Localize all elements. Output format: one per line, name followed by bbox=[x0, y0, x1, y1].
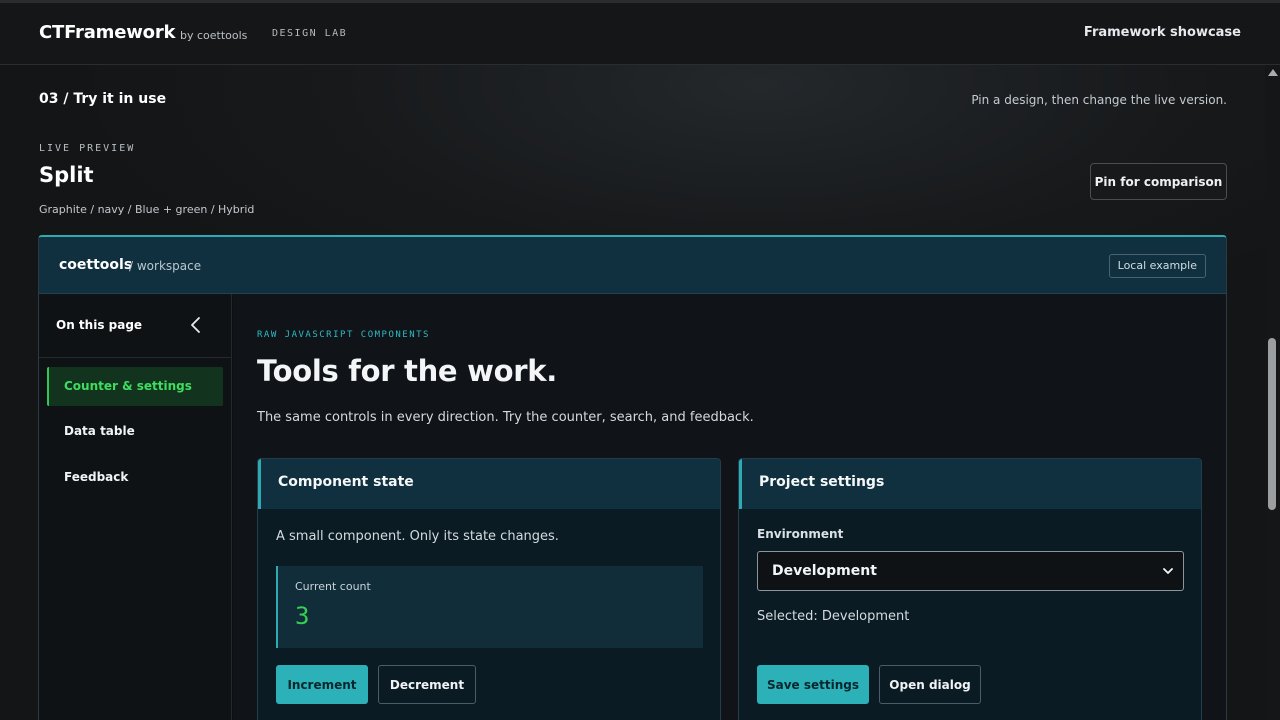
design-lab-label: DESIGN LAB bbox=[272, 28, 348, 39]
environment-select[interactable]: Development bbox=[757, 551, 1184, 591]
scrollbar-thumb[interactable] bbox=[1268, 338, 1276, 510]
workspace-content: RAW JAVASCRIPT COMPONENTS Tools for the … bbox=[233, 294, 1226, 720]
brand-logo-text[interactable]: CTFramework bbox=[39, 22, 175, 43]
card-header: Project settings bbox=[739, 459, 1201, 509]
sidebar-divider bbox=[39, 357, 232, 358]
content-lead: The same controls in every direction. Tr… bbox=[257, 410, 754, 425]
environment-label: Environment bbox=[757, 527, 844, 541]
page-content: 03 / Try it in use Pin a design, then ch… bbox=[0, 65, 1265, 720]
workspace-path: / workspace bbox=[129, 259, 202, 273]
card-title: Project settings bbox=[759, 474, 885, 490]
chevron-left-icon-svg bbox=[191, 317, 200, 333]
design-name: Split bbox=[39, 163, 94, 187]
live-preview-eyebrow: LIVE PREVIEW bbox=[39, 143, 136, 154]
increment-button[interactable]: Increment bbox=[276, 665, 368, 704]
chevron-left-icon[interactable] bbox=[189, 316, 203, 334]
pin-for-comparison-button[interactable]: Pin for comparison bbox=[1090, 163, 1227, 200]
environment-select-value: Development bbox=[772, 563, 877, 579]
workspace-name: coettools bbox=[59, 257, 133, 273]
top-navigation-bar: CTFramework by coettools DESIGN LAB Fram… bbox=[0, 3, 1280, 65]
counter-display: Current count 3 bbox=[276, 566, 703, 648]
selected-environment-text: Selected: Development bbox=[757, 609, 910, 624]
card-title: Component state bbox=[278, 474, 414, 490]
brand-byline: by coettools bbox=[180, 29, 248, 42]
local-example-badge: Local example bbox=[1108, 254, 1206, 278]
components-kicker: RAW JAVASCRIPT COMPONENTS bbox=[257, 330, 430, 340]
open-dialog-button[interactable]: Open dialog bbox=[879, 665, 981, 704]
project-settings-card: Project settings Environment Development… bbox=[738, 458, 1202, 720]
card-description: A small component. Only its state change… bbox=[276, 529, 559, 544]
counter-label: Current count bbox=[295, 580, 371, 593]
sidebar-item-counter-settings[interactable]: Counter & settings bbox=[47, 367, 223, 406]
on-this-page-sidebar: On this page Counter & settings Data tab… bbox=[39, 294, 232, 720]
page-scrollbar[interactable] bbox=[1265, 65, 1280, 720]
decrement-button[interactable]: Decrement bbox=[378, 665, 476, 704]
chevron-down-icon bbox=[1163, 568, 1173, 574]
scroll-up-arrow-icon[interactable] bbox=[1268, 69, 1278, 76]
card-header: Component state bbox=[258, 459, 720, 509]
section-title: 03 / Try it in use bbox=[39, 91, 167, 107]
sidebar-item-feedback[interactable]: Feedback bbox=[47, 458, 223, 497]
design-subtitle: Graphite / navy / Blue + green / Hybrid bbox=[39, 203, 255, 216]
sidebar-item-data-table[interactable]: Data table bbox=[47, 412, 223, 451]
save-settings-button[interactable]: Save settings bbox=[757, 665, 869, 704]
component-state-card: Component state A small component. Only … bbox=[257, 458, 721, 720]
workspace-header: coettools / workspace Local example bbox=[39, 237, 1226, 294]
section-hint: Pin a design, then change the live versi… bbox=[971, 93, 1227, 107]
sidebar-title: On this page bbox=[56, 318, 143, 332]
content-headline: Tools for the work. bbox=[257, 354, 557, 388]
live-preview-frame: coettools / workspace Local example On t… bbox=[38, 235, 1227, 720]
framework-showcase-link[interactable]: Framework showcase bbox=[1084, 25, 1241, 40]
counter-value: 3 bbox=[295, 602, 310, 630]
